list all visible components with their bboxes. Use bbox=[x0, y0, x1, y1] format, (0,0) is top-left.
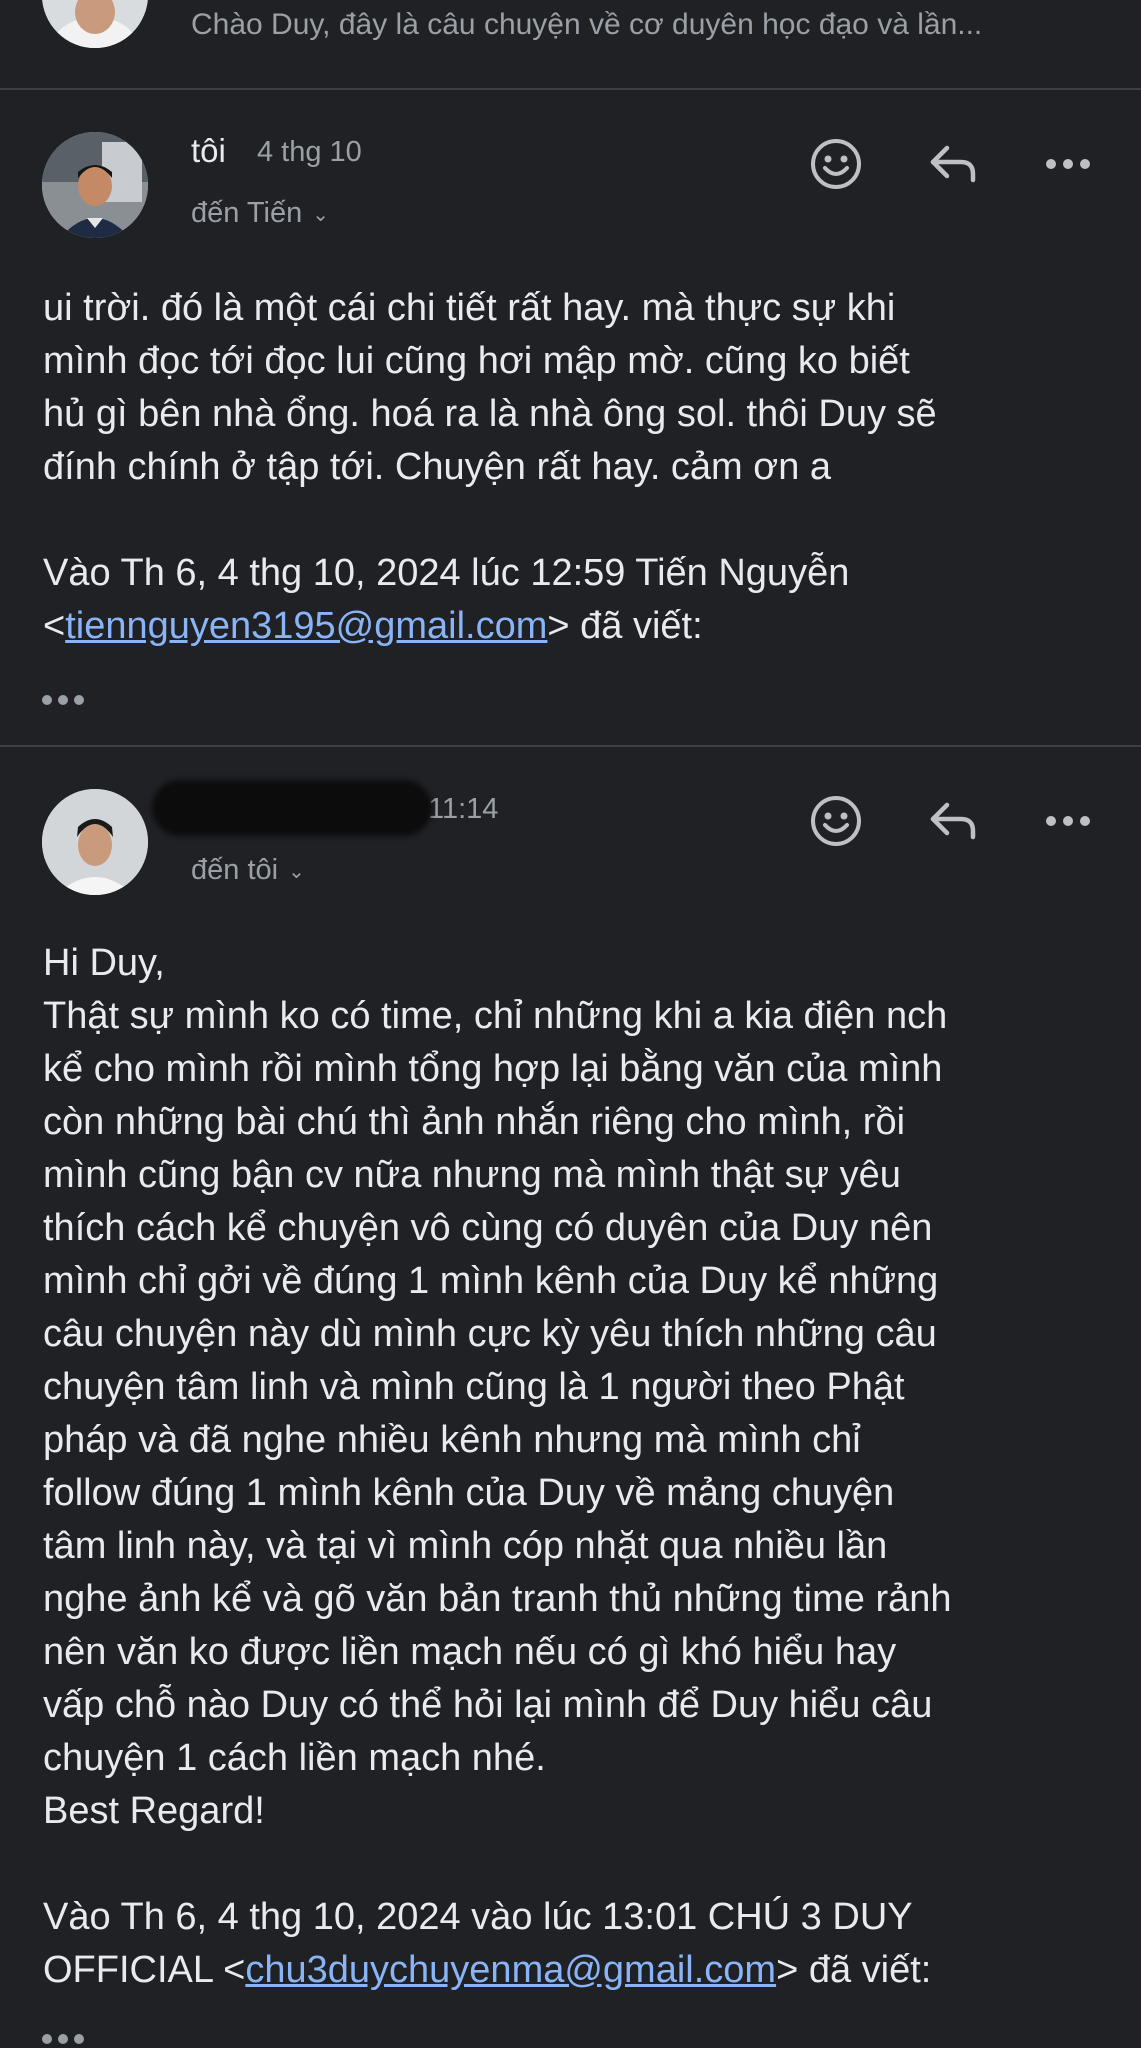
reply-button[interactable] bbox=[918, 134, 988, 194]
quote-header: Vào Th 6, 4 thg 10, 2024 vào lúc 13:01 C… bbox=[43, 1896, 913, 1938]
emoji-reaction-button[interactable] bbox=[801, 134, 871, 194]
body-line: hủ gì bên nhà ổng. hoá ra là nhà ông sol… bbox=[43, 393, 937, 435]
emoji-icon bbox=[811, 139, 861, 189]
message-body: Hi Duy, Thật sự mình ko có time, chỉ nhữ… bbox=[43, 937, 1113, 1997]
quote-header: Vào Th 6, 4 thg 10, 2024 lúc 12:59 Tiến … bbox=[43, 552, 850, 594]
chevron-down-icon: ⌄ bbox=[312, 203, 330, 226]
more-options-button[interactable] bbox=[1033, 791, 1103, 851]
body-line: follow đúng 1 mình kênh của Duy về mảng … bbox=[43, 1472, 895, 1514]
message-actions bbox=[801, 791, 1141, 851]
message-snippet: Chào Duy, đây là câu chuyện về cơ duyên … bbox=[191, 8, 983, 41]
collapsed-message[interactable]: Chào Duy, đây là câu chuyện về cơ duyên … bbox=[0, 0, 1141, 89]
message-2: 11:14 đến tôi ⌄ Hi Duy, Thật sự mình ko … bbox=[0, 747, 1141, 2048]
avatar[interactable] bbox=[42, 132, 148, 238]
message-date: 4 thg 10 bbox=[257, 136, 362, 168]
avatar bbox=[42, 0, 148, 48]
body-line: nghe ảnh kể và gõ văn bản tranh thủ nhữn… bbox=[43, 1578, 952, 1620]
sender-name[interactable]: tôi bbox=[191, 132, 226, 170]
reply-icon bbox=[930, 802, 976, 840]
body-line: Hi Duy, bbox=[43, 942, 165, 984]
email-link[interactable]: chu3duychuyenma@gmail.com bbox=[245, 1949, 776, 1991]
body-line: mình đọc tới đọc lui cũng hơi mập mờ. cũ… bbox=[43, 340, 910, 382]
message-body: ui trời. đó là một cái chi tiết rất hay.… bbox=[43, 282, 1113, 653]
show-trimmed-icon bbox=[42, 695, 52, 705]
more-icon bbox=[1046, 816, 1090, 826]
body-line: nên văn ko được liền mạch nếu có gì khó … bbox=[43, 1631, 897, 1673]
body-line: Best Regard! bbox=[43, 1790, 265, 1832]
message-time: 11:14 bbox=[428, 793, 499, 825]
body-line: tâm linh này, và tại vì mình cóp nhặt qu… bbox=[43, 1525, 888, 1567]
message-actions bbox=[801, 134, 1141, 194]
body-line: mình cũng bận cv nữa nhưng mà mình thật … bbox=[43, 1154, 901, 1196]
body-line: pháp và đã nghe nhiều kênh nhưng mà mình… bbox=[43, 1419, 861, 1461]
body-line: đính chính ở tập tới. Chuyện rất hay. cả… bbox=[43, 446, 832, 488]
reply-button[interactable] bbox=[918, 791, 988, 851]
body-line: còn những bài chú thì ảnh nhắn riêng cho… bbox=[43, 1101, 906, 1143]
show-trimmed-content-button[interactable] bbox=[42, 2027, 98, 2048]
quote-header-email-line: <tiennguyen3195@gmail.com> đã viết: bbox=[43, 605, 703, 647]
more-options-button[interactable] bbox=[1033, 134, 1103, 194]
message-1: tôi 4 thg 10 đến Tiến ⌄ ui trời. đó là m… bbox=[0, 90, 1141, 745]
chevron-down-icon: ⌄ bbox=[288, 860, 305, 883]
email-thread: Chào Duy, đây là câu chuyện về cơ duyên … bbox=[0, 0, 1141, 2048]
quote-header-email-line: OFFICIAL <chu3duychuyenma@gmail.com> đã … bbox=[43, 1949, 932, 1991]
emoji-icon bbox=[811, 796, 861, 846]
body-line: ui trời. đó là một cái chi tiết rất hay.… bbox=[43, 287, 896, 329]
show-trimmed-icon bbox=[42, 2034, 52, 2044]
body-line: câu chuyện này dù mình cực kỳ yêu thích … bbox=[43, 1313, 937, 1355]
recipient-toggle[interactable]: đến Tiến ⌄ bbox=[191, 197, 329, 230]
body-line: chuyện tâm linh và mình cũng là 1 người … bbox=[43, 1366, 905, 1408]
body-line: kể cho mình rồi mình tổng hợp lại bằng v… bbox=[43, 1048, 943, 1090]
recipient-label: đến Tiến bbox=[191, 197, 303, 229]
body-line: thích cách kể chuyện vô cùng có duyên củ… bbox=[43, 1207, 933, 1249]
emoji-reaction-button[interactable] bbox=[801, 791, 871, 851]
redacted-sender-name bbox=[152, 780, 432, 836]
email-link[interactable]: tiennguyen3195@gmail.com bbox=[65, 605, 547, 647]
body-line: Thật sự mình ko có time, chỉ những khi a… bbox=[43, 995, 948, 1037]
reply-icon bbox=[930, 145, 976, 183]
body-line: vấp chỗ nào Duy có thể hỏi lại mình để D… bbox=[43, 1684, 933, 1726]
body-line: mình chỉ gởi về đúng 1 mình kênh của Duy… bbox=[43, 1260, 939, 1302]
body-line: chuyện 1 cách liền mạch nhé. bbox=[43, 1737, 546, 1779]
avatar[interactable] bbox=[42, 789, 148, 895]
recipient-toggle[interactable]: đến tôi ⌄ bbox=[191, 854, 305, 887]
show-trimmed-content-button[interactable] bbox=[42, 688, 98, 712]
more-icon bbox=[1046, 159, 1090, 169]
recipient-label: đến tôi bbox=[191, 854, 279, 886]
